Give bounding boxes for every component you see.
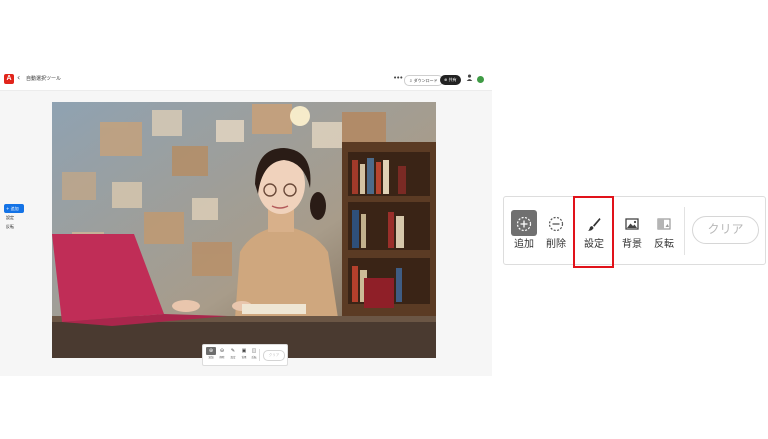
mini-divider (259, 349, 260, 361)
mini-image-icon: ▣ (241, 348, 247, 354)
download-button[interactable]: ⇩ ダウンロード (404, 75, 443, 86)
app-header: A ‹ 自動選択ツール ••• ⇩ ダウンロード ⊕ 共有 (0, 68, 492, 91)
mini-clear-button[interactable]: クリア (263, 350, 285, 361)
document-title: 自動選択ツール (26, 76, 62, 82)
mini-invert-icon: ◫ (251, 348, 257, 354)
app-window: A ‹ 自動選択ツール ••• ⇩ ダウンロード ⊕ 共有 + 追加 設定 反転 (0, 68, 492, 376)
photo-illustration (52, 102, 436, 358)
adobe-logo-icon[interactable]: A (4, 74, 14, 84)
remove-circle-icon (543, 210, 569, 236)
background-button[interactable]: 背景 (617, 210, 647, 254)
share-button[interactable]: ⊕ 共有 (440, 75, 461, 85)
left-tool-panel: + 追加 設定 反転 (4, 204, 24, 231)
mini-invert-button[interactable]: ◫ 反転 (249, 347, 259, 363)
invert-icon (651, 210, 677, 236)
mini-selection-toolbar: ⊕ 追加 ⊖ 削除 ✎ 設定 ▣ 背景 ◫ 反転 クリア (202, 344, 288, 366)
avatar[interactable] (477, 76, 484, 83)
left-tool-invert[interactable]: 反転 (4, 222, 24, 231)
mini-settings-button[interactable]: ✎ 設定 (228, 347, 238, 363)
settings-highlight-box (573, 196, 614, 268)
canvas-photo[interactable] (52, 102, 436, 358)
zoomed-selection-toolbar: 追加 削除 設定 背景 反転 クリア (503, 196, 766, 265)
user-icon[interactable] (466, 74, 473, 83)
toolbar-divider (684, 207, 685, 255)
mini-delete-button[interactable]: ⊖ 削除 (217, 347, 227, 363)
image-icon (619, 210, 645, 236)
clear-button[interactable]: クリア (692, 216, 759, 244)
mini-delete-icon: ⊖ (219, 348, 225, 354)
mini-add-icon: ⊕ (206, 347, 216, 355)
invert-button[interactable]: 反転 (649, 210, 679, 254)
delete-button[interactable]: 削除 (541, 210, 571, 254)
mini-brush-icon: ✎ (230, 348, 236, 354)
left-tool-add[interactable]: + 追加 (4, 204, 24, 213)
mini-add-button[interactable]: ⊕ 追加 (206, 347, 216, 363)
more-options-button[interactable]: ••• (393, 74, 403, 82)
add-circle-icon (511, 210, 537, 236)
left-tool-settings[interactable]: 設定 (4, 213, 24, 222)
add-button[interactable]: 追加 (509, 210, 539, 254)
back-chevron-icon[interactable]: ‹ (17, 73, 20, 82)
mini-background-button[interactable]: ▣ 背景 (239, 347, 249, 363)
